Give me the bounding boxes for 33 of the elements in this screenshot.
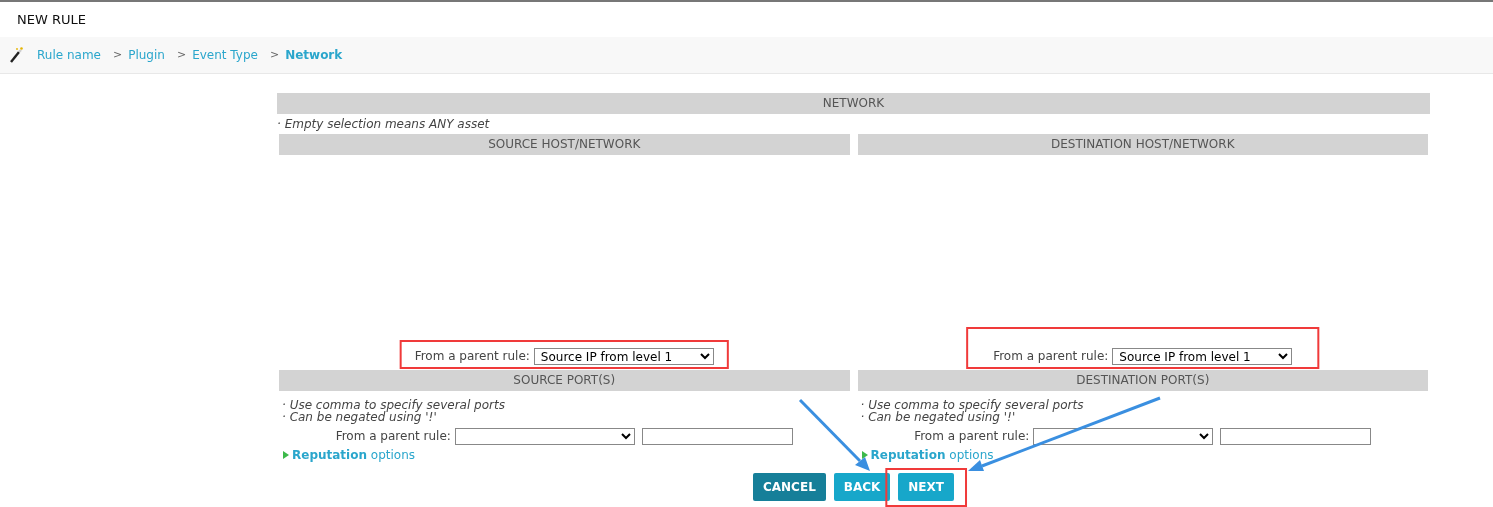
hint-text: · Use comma to specify several ports xyxy=(282,399,506,411)
parent-rule-select[interactable] xyxy=(1033,427,1214,445)
hint-text: · Can be negated using '!' xyxy=(860,411,1017,423)
reputation-toggle[interactable]: Reputation options xyxy=(283,446,415,464)
column-header: SOURCE PORT(S) xyxy=(279,370,850,391)
breadcrumb-link[interactable]: Rule name xyxy=(37,46,101,64)
field-label: From a parent rule: xyxy=(993,348,1109,365)
section-header: NETWORK xyxy=(277,93,1430,114)
parent-rule-select[interactable]: Source IP from level 1 xyxy=(1112,347,1293,365)
breadcrumb-separator: > xyxy=(269,46,280,63)
field-label: From a parent rule: xyxy=(335,428,451,445)
wizard-button[interactable]: BACK xyxy=(833,473,891,501)
hint-text: · Can be negated using '!' xyxy=(282,411,438,423)
port-input[interactable] xyxy=(641,427,793,445)
port-input[interactable] xyxy=(1220,427,1372,445)
column-header: DESTINATION HOST/NETWORK xyxy=(857,134,1428,155)
hint-text: · Empty selection means ANY asset xyxy=(277,118,491,130)
hint-text: · Use comma to specify several ports xyxy=(860,399,1085,411)
breadcrumb-separator: > xyxy=(176,46,187,63)
breadcrumb-link[interactable]: Plugin xyxy=(128,46,165,64)
field-label: From a parent rule: xyxy=(414,348,530,365)
parent-rule-select[interactable]: Source IP from level 1 xyxy=(533,347,714,365)
breadcrumb-link[interactable]: Event Type xyxy=(192,46,258,64)
field-label: From a parent rule: xyxy=(914,428,1030,445)
breadcrumb-link[interactable]: Network xyxy=(285,46,343,64)
column-header: SOURCE HOST/NETWORK xyxy=(279,134,850,155)
page-title: NEW RULE xyxy=(17,10,86,29)
parent-rule-select[interactable] xyxy=(454,427,635,445)
column-header: DESTINATION PORT(S) xyxy=(857,370,1428,391)
breadcrumb-separator: > xyxy=(112,46,123,63)
wizard-button[interactable]: NEXT xyxy=(898,473,954,501)
magic-wand-icon xyxy=(9,47,23,63)
wizard-button[interactable]: CANCEL xyxy=(753,473,826,501)
